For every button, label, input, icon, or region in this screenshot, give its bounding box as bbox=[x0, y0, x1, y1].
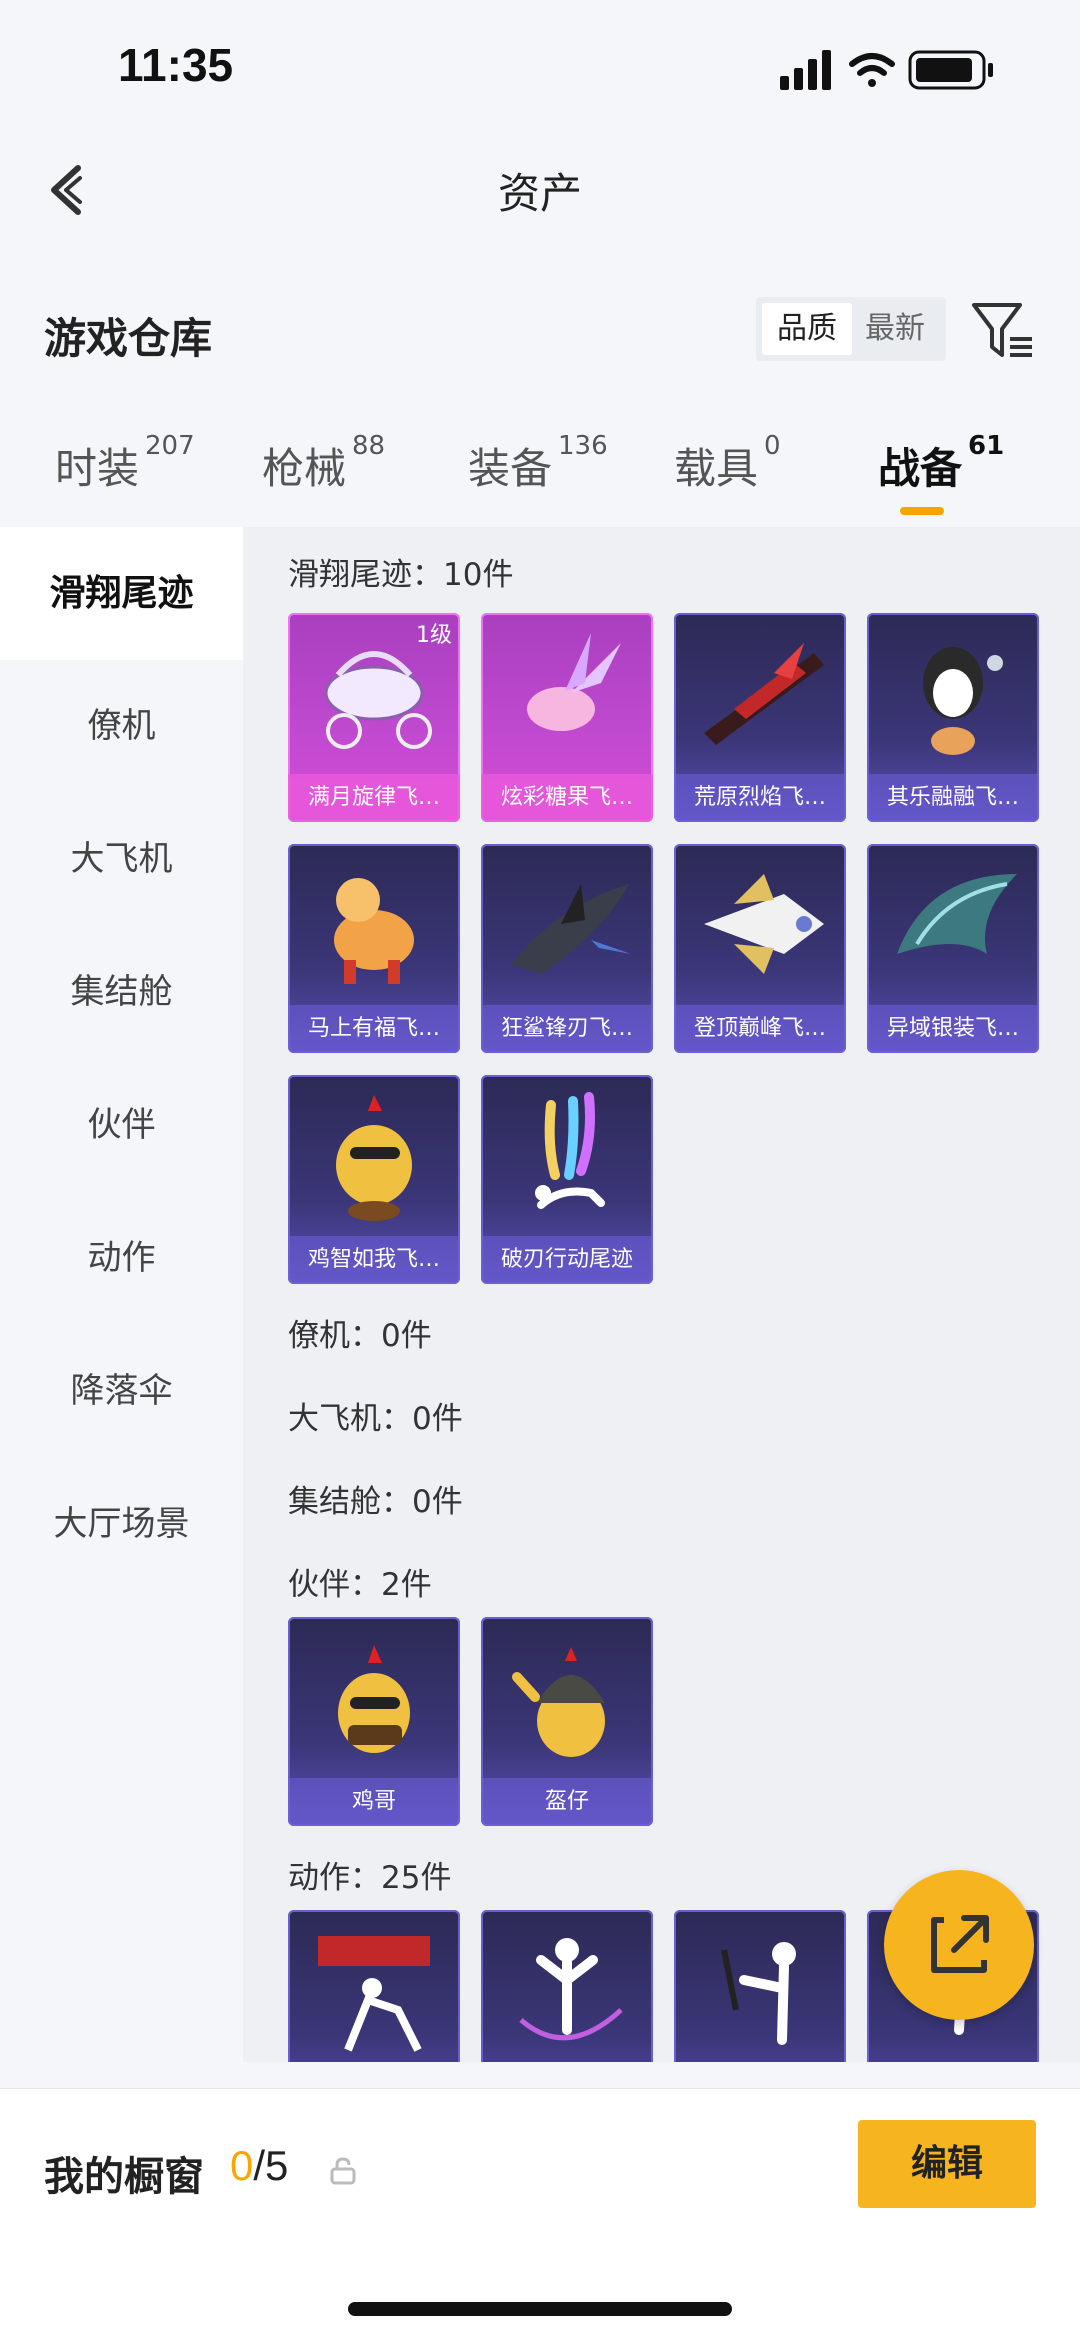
group-title-big-plane: 大飞机：0件 bbox=[288, 1401, 463, 1437]
emote-dancer-art bbox=[318, 1936, 430, 2052]
home-indicator bbox=[348, 2302, 732, 2316]
item-card[interactable] bbox=[674, 1910, 846, 2062]
item-card[interactable]: 狂鲨锋刃飞… bbox=[481, 844, 653, 1053]
tab-battle-prep[interactable]: 战备 61 bbox=[878, 431, 1004, 496]
item-label: 登顶巅峰飞… bbox=[674, 1005, 846, 1053]
item-card[interactable] bbox=[481, 1910, 653, 2062]
side-item-big-plane[interactable]: 大飞机 bbox=[0, 793, 243, 926]
item-card[interactable]: 破刃行动尾迹 bbox=[481, 1075, 653, 1284]
filter-icon[interactable] bbox=[970, 299, 1036, 365]
battery-icon bbox=[908, 50, 993, 90]
content-area: 滑翔尾迹：10件 1级 满月旋律飞… 炫彩糖果飞… 荒原烈焰飞… 其乐融融飞… … bbox=[243, 527, 1080, 2062]
section-title: 游戏仓库 bbox=[44, 314, 213, 363]
item-card[interactable]: 荒原烈焰飞… bbox=[674, 613, 846, 822]
side-item-parachute[interactable]: 降落伞 bbox=[0, 1325, 243, 1458]
chicken-partner-art bbox=[338, 1645, 410, 1753]
side-item-emote[interactable]: 动作 bbox=[0, 1192, 243, 1325]
showcase-bar: 我的橱窗 0/5 编辑 bbox=[0, 2088, 1080, 2338]
group-title-wingman: 僚机：0件 bbox=[288, 1318, 432, 1354]
item-label: 鸡哥 bbox=[288, 1778, 460, 1826]
item-card[interactable]: 马上有福飞… bbox=[288, 844, 460, 1053]
penguin-art bbox=[923, 647, 1003, 755]
skydiver-trail-art bbox=[535, 1092, 605, 1209]
group-title-assembly-pod: 集结舱：0件 bbox=[288, 1484, 463, 1520]
item-label: 荒原烈焰飞… bbox=[674, 774, 846, 822]
jet-art bbox=[704, 874, 824, 974]
item-card[interactable]: 鸡哥 bbox=[288, 1617, 460, 1826]
tab-guns[interactable]: 枪械 88 bbox=[262, 431, 385, 496]
side-item-glide-trail[interactable]: 滑翔尾迹 bbox=[0, 527, 243, 660]
candy-art bbox=[527, 633, 621, 731]
item-card[interactable]: 炫彩糖果飞… bbox=[481, 613, 653, 822]
showcase-title: 我的橱窗 bbox=[44, 2154, 204, 2200]
side-item-assembly-pod[interactable]: 集结舱 bbox=[0, 926, 243, 1059]
page-title: 资产 bbox=[497, 169, 582, 218]
lock-icon bbox=[330, 2157, 356, 2185]
shark-art bbox=[511, 884, 631, 974]
sort-latest-button[interactable]: 最新 bbox=[850, 303, 940, 355]
edit-button[interactable]: 编辑 bbox=[858, 2120, 1036, 2208]
helmet-chick-art bbox=[512, 1647, 605, 1757]
active-tab-indicator bbox=[900, 507, 944, 515]
item-label: 异域银装飞… bbox=[867, 1005, 1039, 1053]
item-label: 破刃行动尾迹 bbox=[481, 1236, 653, 1284]
chicken-art bbox=[336, 1095, 412, 1221]
sort-quality-button[interactable]: 品质 bbox=[762, 303, 852, 355]
item-label: 马上有福飞… bbox=[288, 1005, 460, 1053]
flame-weapon-art bbox=[704, 643, 824, 745]
item-card[interactable]: 其乐融融飞… bbox=[867, 613, 1039, 822]
category-tabs: 时装 207 枪械 88 装备 136 载具 0 战备 61 bbox=[0, 425, 1080, 525]
side-item-wingman[interactable]: 僚机 bbox=[0, 660, 243, 793]
side-item-lobby-scene[interactable]: 大厅场景 bbox=[0, 1458, 243, 1591]
item-label: 炫彩糖果飞… bbox=[481, 774, 653, 822]
item-card[interactable]: 异域银装飞… bbox=[867, 844, 1039, 1053]
group-title-glide: 滑翔尾迹：10件 bbox=[288, 557, 514, 593]
item-label: 盔仔 bbox=[481, 1778, 653, 1826]
group-title-emote: 动作：25件 bbox=[288, 1860, 452, 1896]
emote-pose-art bbox=[519, 1938, 623, 2041]
showcase-count: 0/5 bbox=[230, 2142, 289, 2189]
tab-vehicles[interactable]: 载具 0 bbox=[674, 431, 781, 496]
item-label: 狂鲨锋刃飞… bbox=[481, 1005, 653, 1053]
status-time: 11:35 bbox=[118, 39, 234, 91]
side-item-partner[interactable]: 伙伴 bbox=[0, 1059, 243, 1192]
level-badge: 1级 bbox=[416, 623, 452, 648]
sort-toggle: 品质 最新 bbox=[756, 297, 946, 361]
share-icon bbox=[931, 1915, 989, 1973]
section-header: 游戏仓库 品质 最新 bbox=[0, 285, 1080, 375]
tab-fashion[interactable]: 时装 207 bbox=[55, 431, 195, 496]
side-nav: 滑翔尾迹 僚机 大飞机 集结舱 伙伴 动作 降落伞 大厅场景 bbox=[0, 527, 243, 2062]
wing-art bbox=[897, 874, 1017, 954]
share-fab[interactable] bbox=[884, 1870, 1034, 2020]
item-card[interactable] bbox=[288, 1910, 460, 2062]
signal-icon bbox=[780, 50, 831, 90]
tab-equipment[interactable]: 装备 136 bbox=[468, 431, 608, 496]
horse-art bbox=[334, 878, 414, 984]
status-icons bbox=[780, 50, 993, 90]
group-title-partner: 伙伴：2件 bbox=[288, 1567, 432, 1603]
emote-fencer-art bbox=[721, 1942, 796, 2045]
wifi-icon bbox=[849, 53, 895, 87]
item-card[interactable]: 1级 满月旋律飞… bbox=[288, 613, 460, 822]
item-card[interactable]: 登顶巅峰飞… bbox=[674, 844, 846, 1053]
nav-bar: 资产 bbox=[0, 130, 1080, 250]
status-bar: 11:35 bbox=[0, 0, 1080, 130]
item-card[interactable]: 鸡智如我飞… bbox=[288, 1075, 460, 1284]
item-card[interactable]: 盔仔 bbox=[481, 1617, 653, 1826]
item-label: 鸡智如我飞… bbox=[288, 1236, 460, 1284]
item-label: 满月旋律飞… bbox=[288, 774, 460, 822]
item-label: 其乐融融飞… bbox=[867, 774, 1039, 822]
